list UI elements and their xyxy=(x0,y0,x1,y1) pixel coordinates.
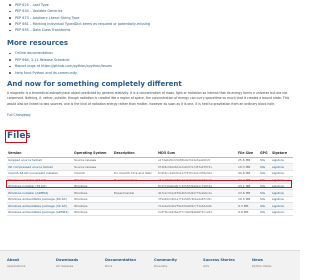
footer-col-success[interactable]: Success Stories Arts xyxy=(203,258,243,268)
more-resources-heading: More resources xyxy=(7,39,69,47)
resource-link[interactable]: PEP 664, 3.11 Release Schedule xyxy=(7,57,293,64)
footer-col-downloads[interactable]: Downloads All releases xyxy=(56,258,96,268)
footer-col-news[interactable]: News Python News xyxy=(252,258,292,268)
footer-head[interactable]: Success Stories xyxy=(203,258,243,262)
footer-head[interactable]: Documentation xyxy=(105,258,145,262)
resources-list: Online documentation PEP 664, 3.11 Relea… xyxy=(7,50,293,76)
footer-col-community[interactable]: Community Diversity xyxy=(154,258,194,268)
site-footer: About Applications Downloads All release… xyxy=(0,250,300,280)
footer-sub[interactable]: All releases xyxy=(56,264,96,268)
col-size: File Size xyxy=(237,149,259,158)
resource-link[interactable]: Help fund Python and its community. xyxy=(7,70,293,77)
pep-link[interactable]: PEP 655 – Data Class Transforms xyxy=(7,27,293,33)
cell-os: Windows xyxy=(73,209,113,216)
footer-col-about[interactable]: About Applications xyxy=(7,258,47,268)
footer-head[interactable]: Downloads xyxy=(56,258,96,262)
col-os: Operating System xyxy=(73,149,113,158)
table-row: Windows embeddable package (ARM64) Window… xyxy=(7,209,293,216)
col-gpg: GPG xyxy=(259,149,271,158)
footer-sub[interactable]: Docs xyxy=(105,264,145,268)
footer-col-documentation[interactable]: Documentation Docs xyxy=(105,258,145,268)
pep-list: PEP 625 – Leaf Type PEP 634 – Variable G… xyxy=(7,2,293,33)
different-section-heading: And now for something completely differe… xyxy=(7,80,182,88)
resource-link[interactable]: Online documentation xyxy=(7,50,293,57)
footer-head[interactable]: News xyxy=(252,258,292,262)
cell-version[interactable]: Windows embeddable package (ARM64) xyxy=(7,209,73,216)
full-changelog-link[interactable]: Full Changelog xyxy=(7,113,31,117)
footer-sub[interactable]: Diversity xyxy=(154,264,194,268)
cell-sigstore[interactable]: sigstore xyxy=(271,209,293,216)
footer-sub[interactable]: Applications xyxy=(7,264,47,268)
footer-sub[interactable]: Arts xyxy=(203,264,243,268)
col-description: Description xyxy=(113,149,157,158)
footer-head[interactable]: Community xyxy=(154,258,194,262)
cell-description xyxy=(113,209,157,216)
cell-size: 9.8 MB xyxy=(237,209,259,216)
footer-head[interactable]: About xyxy=(7,258,47,262)
windows-installer-row-highlight xyxy=(6,180,292,188)
resource-link[interactable]: Report bugs at https://github.com/python… xyxy=(7,63,293,70)
col-md5: MD5 Sum xyxy=(157,149,237,158)
table-header-row: Version Operating System Description MD5… xyxy=(7,149,293,158)
files-heading: Files xyxy=(7,131,31,141)
description-paragraph: A magnetic is a theoretical astrophysica… xyxy=(7,91,290,106)
col-version: Version xyxy=(7,149,73,158)
cell-md5: 2c8f5b1e9d6a4f7c3e0d9a8b6f2c1e5d xyxy=(157,209,237,216)
footer-sub[interactable]: Python News xyxy=(252,264,292,268)
col-sigstore: Sigstore xyxy=(271,149,293,158)
cell-gpg[interactable]: SIG xyxy=(259,209,271,216)
